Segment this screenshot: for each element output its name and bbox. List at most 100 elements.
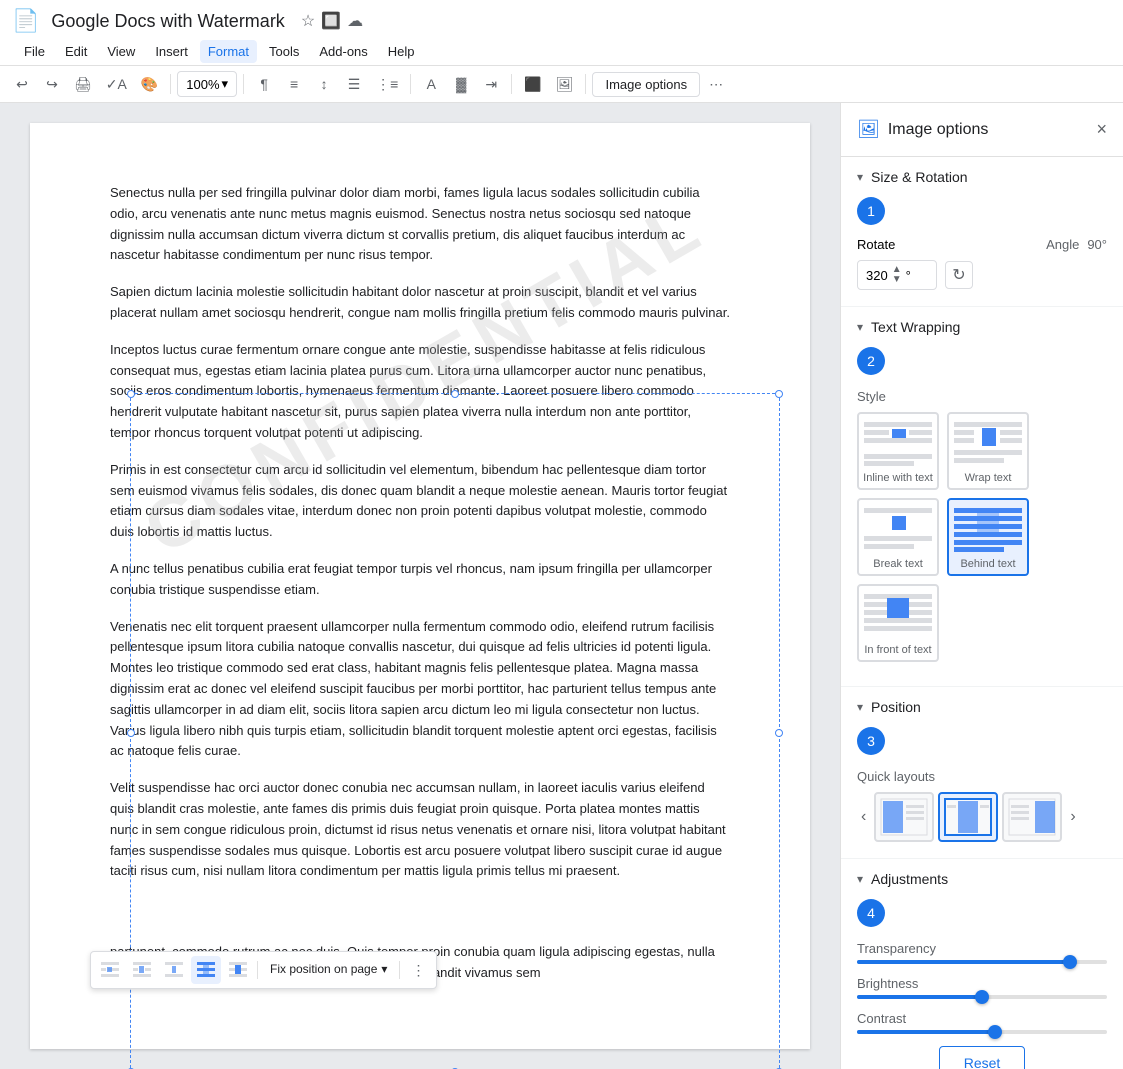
wrap-front-btn[interactable]: [223, 956, 253, 984]
contrast-slider[interactable]: [857, 1030, 1107, 1034]
text-wrapping-section: ▾ Text Wrapping 2 Style: [841, 307, 1123, 687]
doc-title: Google Docs with Watermark: [51, 11, 284, 32]
step-badge-3: 3: [857, 727, 885, 755]
color-button[interactable]: A: [417, 70, 445, 98]
bullet-list-button[interactable]: ⋮≡: [370, 70, 404, 98]
handle-top-right[interactable]: [775, 390, 783, 398]
para-5: A nunc tellus penatibus cubilia erat feu…: [110, 559, 730, 601]
more-button[interactable]: ⋯: [702, 70, 730, 98]
para-7: Velit suspendisse hac orci auctor donec …: [110, 778, 730, 882]
more-options-btn[interactable]: ⋮: [404, 956, 432, 984]
list-button[interactable]: ☰: [340, 70, 368, 98]
angle-input-field[interactable]: 320 ▲ ▼ °: [857, 260, 937, 290]
layout-option-1[interactable]: [874, 792, 934, 842]
text-wrapping-label: Text Wrapping: [871, 319, 960, 335]
contrast-thumb[interactable]: [988, 1025, 1002, 1039]
redo-button[interactable]: ↪: [38, 70, 66, 98]
handle-mid-right[interactable]: [775, 729, 783, 737]
position-chevron: ▾: [857, 700, 863, 714]
cloud-icon[interactable]: ☁: [347, 11, 363, 31]
adjustments-chevron: ▾: [857, 872, 863, 886]
size-rotation-label: Size & Rotation: [871, 169, 968, 185]
line-spacing-button[interactable]: ↕: [310, 70, 338, 98]
zoom-control[interactable]: 100% ▾: [177, 71, 237, 97]
separator-5: [585, 74, 586, 94]
text-wrapping-header[interactable]: ▾ Text Wrapping: [841, 307, 1123, 347]
wrap-text-label: Wrap text: [965, 472, 1012, 484]
spell-check-button[interactable]: ✓A: [100, 70, 133, 98]
undo-button[interactable]: ↩: [8, 70, 36, 98]
wrap-text-option[interactable]: Wrap text: [947, 412, 1029, 490]
wrap-inline-btn[interactable]: [95, 956, 125, 984]
transparency-thumb[interactable]: [1063, 955, 1077, 969]
menu-tools[interactable]: Tools: [261, 40, 307, 63]
para-2: Sapien dictum lacinia molestie sollicitu…: [110, 282, 730, 324]
position-section: ▾ Position 3 Quick layouts ‹: [841, 687, 1123, 859]
angle-label: Angle: [1046, 237, 1079, 252]
wrap-behind-option[interactable]: Behind text: [947, 498, 1029, 576]
angle-down[interactable]: ▼: [892, 275, 902, 285]
menu-format[interactable]: Format: [200, 40, 257, 63]
angle-stepper[interactable]: ▲ ▼: [892, 265, 902, 285]
wrap-front-option[interactable]: In front of text: [857, 584, 939, 662]
image-button[interactable]: 🖼: [550, 70, 580, 98]
menu-file[interactable]: File: [16, 40, 53, 63]
text-color-button[interactable]: ▓: [447, 70, 475, 98]
step-badge-2: 2: [857, 347, 885, 375]
transparency-fill: [857, 960, 1070, 964]
reset-button[interactable]: Reset: [939, 1046, 1026, 1069]
size-rotation-chevron: ▾: [857, 170, 863, 184]
wrap-behind-icon: [952, 504, 1024, 554]
rotate-icon-btn[interactable]: ↻: [945, 261, 973, 289]
position-label: Fix position on page: [270, 960, 377, 979]
menu-help[interactable]: Help: [380, 40, 423, 63]
menu-edit[interactable]: Edit: [57, 40, 95, 63]
brightness-row: Brightness: [857, 976, 1107, 999]
separator-4: [511, 74, 512, 94]
align-button[interactable]: ≡: [280, 70, 308, 98]
transparency-label: Transparency: [857, 941, 1107, 956]
wrap-break-option[interactable]: Break text: [857, 498, 939, 576]
indent-button[interactable]: ⇥: [477, 70, 505, 98]
wrap-inline-option[interactable]: Inline with text: [857, 412, 939, 490]
size-rotation-header[interactable]: ▾ Size & Rotation: [841, 157, 1123, 197]
paint-format-button[interactable]: 🎨: [135, 70, 164, 98]
adjustments-label: Adjustments: [871, 871, 948, 887]
wrap-break-btn[interactable]: [159, 956, 189, 984]
wrapping-grid: Inline with text: [857, 412, 1107, 662]
separator-2: [243, 74, 244, 94]
menu-addons[interactable]: Add-ons: [311, 40, 375, 63]
adjustments-header[interactable]: ▾ Adjustments: [841, 859, 1123, 899]
degree-symbol: °: [906, 268, 911, 283]
text-wrapping-chevron: ▾: [857, 320, 863, 334]
rotate-cw-icon: ↻: [952, 265, 965, 285]
transparency-slider[interactable]: [857, 960, 1107, 964]
folder-icon[interactable]: 🔲: [321, 11, 341, 31]
brightness-slider[interactable]: [857, 995, 1107, 999]
image-options-toolbar-button[interactable]: Image options: [592, 72, 700, 97]
normal-text-button[interactable]: ¶: [250, 70, 278, 98]
layout-next[interactable]: ›: [1066, 804, 1079, 830]
position-select[interactable]: Fix position on page ▾: [262, 956, 395, 983]
separator-1: [170, 74, 171, 94]
layout-prev[interactable]: ‹: [857, 804, 870, 830]
menu-view[interactable]: View: [99, 40, 143, 63]
brightness-thumb[interactable]: [975, 990, 989, 1004]
star-icon[interactable]: ☆: [301, 11, 315, 31]
menu-insert[interactable]: Insert: [147, 40, 196, 63]
angle-input-row: 320 ▲ ▼ ° ↻: [857, 260, 1107, 290]
wrap-behind-label: Behind text: [960, 558, 1015, 570]
contrast-fill: [857, 1030, 995, 1034]
doc-page: CONFIDENTIAL Senectus nulla per sed frin…: [30, 123, 810, 1049]
crop-button[interactable]: ⬛: [518, 70, 547, 98]
wrap-behind-btn[interactable]: [191, 956, 221, 984]
wrap-text-btn[interactable]: [127, 956, 157, 984]
size-rotation-section: ▾ Size & Rotation 1 Rotate Angle 90° 320…: [841, 157, 1123, 307]
print-button[interactable]: 🖨: [68, 70, 98, 98]
layout-option-3[interactable]: [1002, 792, 1062, 842]
panel-image-icon: 🖼: [857, 119, 880, 140]
layout-option-2[interactable]: [938, 792, 998, 842]
position-header[interactable]: ▾ Position: [841, 687, 1123, 727]
panel-close-button[interactable]: ×: [1096, 119, 1107, 140]
bottom-toolbar: Fix position on page ▾ ⋮: [90, 951, 437, 989]
